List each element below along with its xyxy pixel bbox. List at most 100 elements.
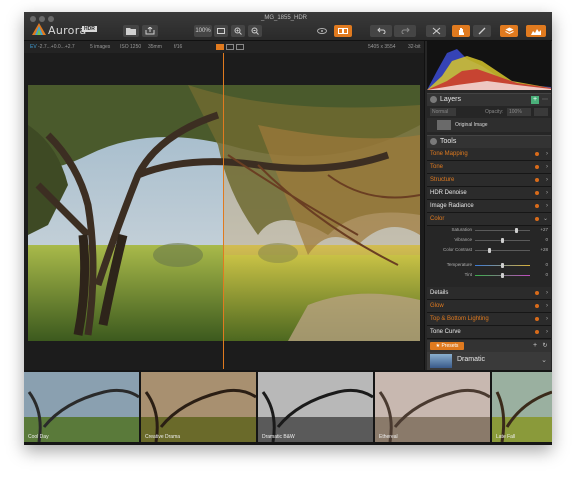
slider-knob[interactable] — [487, 248, 491, 253]
slider-track[interactable] — [475, 230, 530, 231]
current-preset-selector[interactable]: Dramatic ⌄ — [427, 352, 551, 370]
fit-screen-button[interactable] — [214, 25, 228, 37]
ev-values: -2.7...+0.0...+2.7 — [38, 44, 75, 50]
undo-button[interactable] — [370, 25, 392, 37]
chevron-right-icon[interactable]: › — [546, 200, 548, 212]
tool-enabled-dot-icon[interactable] — [535, 204, 539, 208]
layer-options-button[interactable]: ⋯ — [541, 96, 549, 104]
layer-menu-button[interactable] — [534, 108, 548, 116]
tool-row-glow[interactable]: Glow › — [427, 300, 551, 313]
tool-label: Top & Bottom Lighting — [430, 316, 489, 322]
current-preset-name: Dramatic — [457, 356, 486, 363]
refresh-presets-icon[interactable]: ↻ — [541, 342, 549, 350]
tools-panel-icon — [430, 138, 437, 145]
histogram — [427, 41, 551, 90]
zoom-out-icon — [251, 27, 259, 35]
filmstrip-thumb-5[interactable]: Late Fall — [492, 372, 552, 442]
blend-mode-select[interactable]: Normal — [430, 108, 456, 116]
hdr-photo[interactable] — [28, 85, 420, 341]
tool-label: Tone Curve — [430, 329, 461, 335]
histogram-button[interactable] — [526, 25, 546, 37]
tool-enabled-dot-icon[interactable] — [535, 217, 539, 221]
split-view-icon — [338, 28, 348, 34]
before-after-icon[interactable] — [216, 44, 224, 50]
tool-enabled-dot-icon[interactable] — [535, 191, 539, 195]
filmstrip-thumb-3[interactable]: Dramatic B&W — [258, 372, 373, 442]
redo-button[interactable] — [394, 25, 416, 37]
preview-eye-button[interactable] — [314, 25, 330, 37]
tool-label: HDR Denoise — [430, 190, 467, 196]
layers-header[interactable]: Layers + ⋯ — [427, 93, 551, 107]
add-layer-button[interactable]: + — [531, 96, 539, 104]
image-info-bar: EV -2.7...+0.0...+2.7 5 images ISO 1250 … — [24, 41, 424, 53]
crop-transform-button[interactable] — [426, 25, 446, 37]
iso-value: ISO 1250 — [120, 44, 142, 50]
tool-enabled-dot-icon[interactable] — [535, 178, 539, 182]
image-canvas[interactable] — [24, 53, 424, 369]
undo-icon — [376, 27, 385, 35]
layers-button[interactable] — [500, 25, 518, 37]
thumb-image — [375, 372, 490, 442]
thumb-image — [24, 372, 139, 442]
zoom-out-button[interactable] — [248, 25, 262, 37]
aperture: f/16 — [174, 44, 183, 50]
tool-enabled-dot-icon[interactable] — [535, 291, 539, 295]
zoom-window-button[interactable] — [48, 16, 54, 22]
tool-row-image-radiance[interactable]: Image Radiance › — [427, 200, 551, 213]
layer-thumbnail — [437, 120, 451, 130]
split-view-button[interactable] — [334, 25, 352, 37]
layer-item[interactable]: Original Image — [427, 118, 551, 132]
compare-mode-alt-icon[interactable] — [236, 44, 244, 50]
chevron-right-icon[interactable]: › — [546, 313, 548, 325]
chevron-down-icon[interactable]: ⌄ — [543, 213, 548, 225]
minimize-window-button[interactable] — [39, 16, 45, 22]
tool-row-color[interactable]: Color ⌄ — [427, 213, 551, 226]
tools-header[interactable]: Tools — [427, 135, 551, 149]
chevron-right-icon[interactable]: › — [546, 326, 548, 338]
chevron-right-icon[interactable]: › — [546, 187, 548, 199]
zoom-in-button[interactable] — [231, 25, 245, 37]
tool-row-details[interactable]: Details › — [427, 287, 551, 300]
image-dimensions: 5405 x 3554 — [368, 44, 396, 50]
brush-tool-button[interactable] — [473, 25, 491, 37]
hand-tool-button[interactable] — [452, 25, 470, 37]
window-title: _MG_1855_HDR — [260, 15, 308, 21]
tool-enabled-dot-icon[interactable] — [535, 317, 539, 321]
slider-value: +27 — [540, 227, 548, 232]
filmstrip-thumb-4[interactable]: Ethereal — [375, 372, 490, 442]
tool-row-tone[interactable]: Tone › — [427, 161, 551, 174]
tool-row-top-bottom-lighting[interactable]: Top & Bottom Lighting › — [427, 313, 551, 326]
add-preset-button[interactable]: + — [531, 342, 539, 350]
slider-knob[interactable] — [501, 238, 504, 243]
share-button[interactable] — [142, 25, 158, 37]
slider-knob[interactable] — [514, 228, 518, 233]
before-after-split-line[interactable] — [223, 53, 224, 369]
chevron-right-icon[interactable]: › — [546, 287, 548, 299]
chevron-right-icon[interactable]: › — [546, 148, 548, 160]
tool-enabled-dot-icon[interactable] — [535, 304, 539, 308]
filmstrip-thumb-1[interactable]: Cool Day — [24, 372, 139, 442]
tool-row-tone-mapping[interactable]: Tone Mapping › — [427, 148, 551, 161]
tool-enabled-dot-icon[interactable] — [535, 330, 539, 334]
tool-row-tone-curve[interactable]: Tone Curve › — [427, 326, 551, 339]
app-badge: HDR — [82, 26, 97, 32]
chevron-right-icon[interactable]: › — [546, 300, 548, 312]
share-icon — [145, 26, 155, 35]
chevron-right-icon[interactable]: › — [546, 161, 548, 173]
slider-track[interactable] — [475, 250, 530, 251]
presets-button[interactable]: ★ Presets — [430, 342, 464, 350]
chevron-right-icon[interactable]: › — [546, 174, 548, 186]
tool-label: Glow — [430, 303, 444, 309]
slider-knob[interactable] — [501, 273, 504, 278]
close-window-button[interactable] — [30, 16, 36, 22]
tool-row-structure[interactable]: Structure › — [427, 174, 551, 187]
open-folder-button[interactable] — [123, 25, 139, 37]
slider-knob[interactable] — [501, 263, 504, 268]
tool-enabled-dot-icon[interactable] — [535, 165, 539, 169]
opacity-select[interactable]: 100% — [507, 108, 531, 116]
filmstrip-thumb-2[interactable]: Creative Drama — [141, 372, 256, 442]
zoom-100-button[interactable]: 100% — [194, 25, 212, 37]
tool-row-hdr-denoise[interactable]: HDR Denoise › — [427, 187, 551, 200]
compare-mode-icon[interactable] — [226, 44, 234, 50]
tool-enabled-dot-icon[interactable] — [535, 152, 539, 156]
